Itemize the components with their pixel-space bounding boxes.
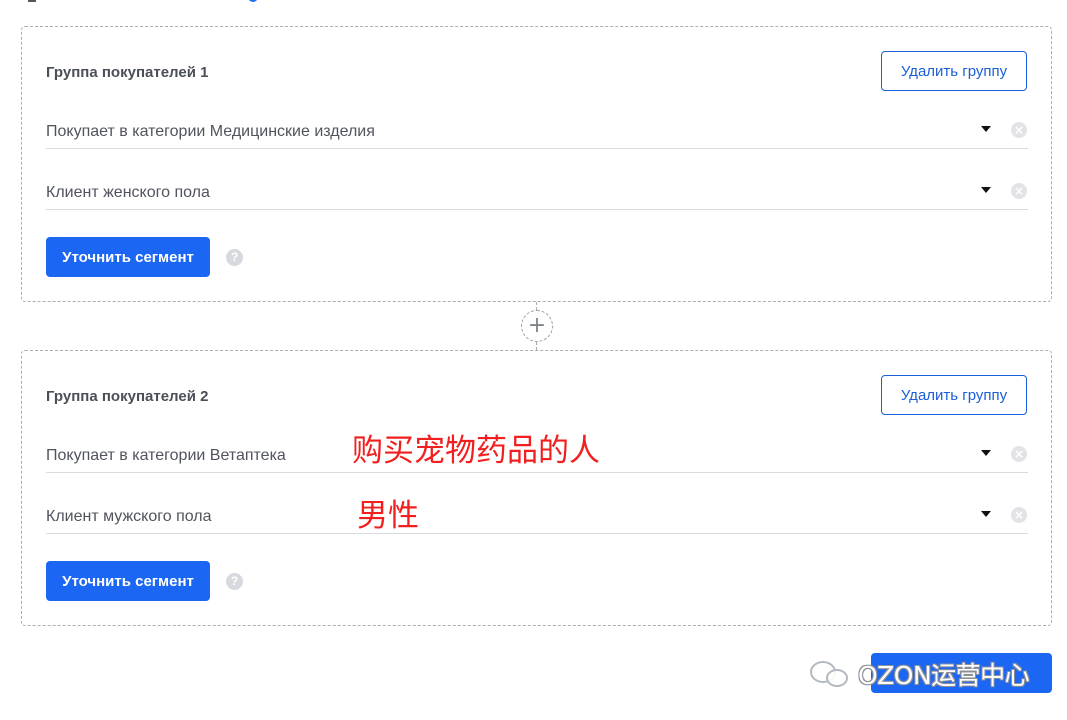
- help-icon[interactable]: ?: [226, 573, 243, 590]
- condition-label: Клиент мужского пола: [46, 508, 212, 525]
- group-title: Группа покупателей 1: [46, 64, 209, 81]
- condition-label: Покупает в категории Ветаптека: [46, 447, 286, 464]
- group-title: Группа покупателей 2: [46, 388, 209, 405]
- refine-segment-button[interactable]: Уточнить сегмент: [46, 561, 210, 601]
- condition-label: Покупает в категории Медицинские изделия: [46, 123, 375, 140]
- chevron-down-icon[interactable]: [981, 187, 991, 193]
- clear-icon[interactable]: ×: [1011, 446, 1027, 462]
- watermark: OZON运营中心: [810, 656, 1030, 692]
- refine-segment-button[interactable]: Уточнить сегмент: [46, 237, 210, 277]
- condition-select[interactable]: Клиент женского пола ×: [46, 172, 1028, 210]
- delete-group-button[interactable]: Удалить группу: [881, 51, 1027, 91]
- buyer-group-2: Группа покупателей 2 Удалить группу Поку…: [21, 350, 1052, 626]
- plus-icon: +: [527, 313, 547, 338]
- clear-icon[interactable]: ×: [1011, 122, 1027, 138]
- annotation-pet-medicine-buyers: 购买宠物药品的人: [352, 433, 600, 469]
- add-group-button[interactable]: +: [521, 310, 553, 342]
- chevron-down-icon[interactable]: [981, 511, 991, 517]
- chevron-down-icon[interactable]: [981, 126, 991, 132]
- top-cropped-header: [28, 0, 348, 4]
- clear-icon[interactable]: ×: [1011, 507, 1027, 523]
- help-icon[interactable]: ?: [226, 249, 243, 266]
- cropped-glyph: [28, 0, 36, 2]
- condition-select[interactable]: Покупает в категории Медицинские изделия…: [46, 111, 1028, 149]
- clear-icon[interactable]: ×: [1011, 183, 1027, 199]
- condition-select[interactable]: Клиент мужского пола ×: [46, 496, 1028, 534]
- chevron-down-icon[interactable]: [981, 450, 991, 456]
- condition-label: Клиент женского пола: [46, 184, 210, 201]
- watermark-text: OZON运营中心: [858, 661, 1030, 690]
- buyer-group-1: Группа покупателей 1 Удалить группу Поку…: [21, 26, 1052, 302]
- wechat-logo-icon: [810, 659, 850, 689]
- delete-group-button[interactable]: Удалить группу: [881, 375, 1027, 415]
- annotation-male: 男性: [357, 498, 419, 534]
- cropped-info-dot: [248, 0, 258, 2]
